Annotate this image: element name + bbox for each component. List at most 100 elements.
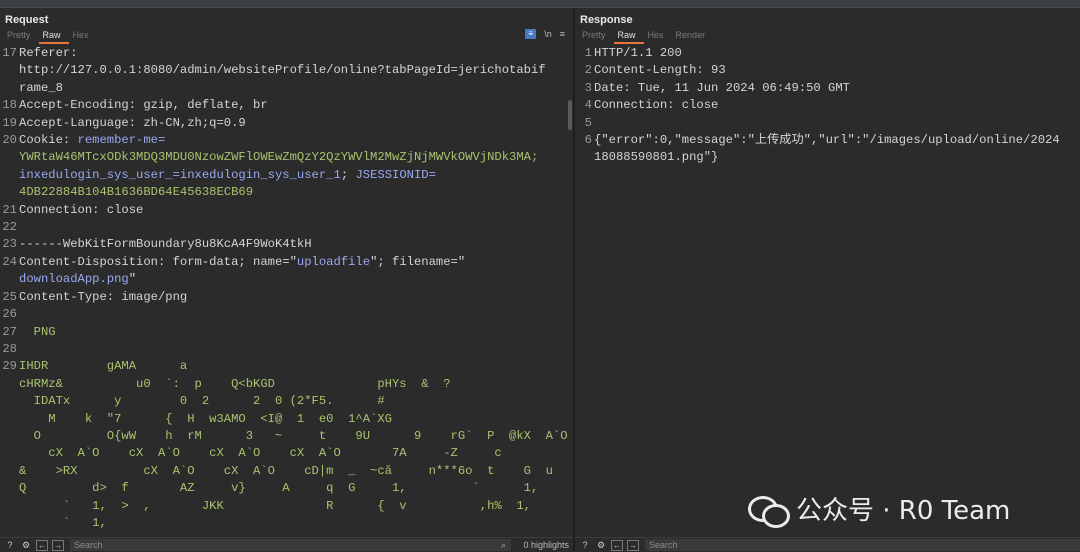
line-number bbox=[0, 498, 19, 515]
line-number: 18 bbox=[2, 98, 17, 113]
line-segment: JSESSIONID= bbox=[355, 167, 436, 182]
line-number bbox=[0, 428, 19, 445]
line-text: Connection: close bbox=[19, 202, 143, 219]
request-pane: Request Pretty Raw Hex ≡ \n ≡ 17 Referer:… bbox=[0, 8, 573, 537]
forward-arrow-icon[interactable]: → bbox=[52, 539, 64, 551]
back-arrow-icon[interactable]: ← bbox=[611, 539, 623, 551]
response-tab-hex[interactable]: Hex bbox=[644, 30, 672, 44]
line-number: 21 bbox=[2, 202, 17, 217]
response-search-bar: ? ⚙ ← → Search bbox=[575, 537, 1080, 552]
response-tab-pretty[interactable]: Pretty bbox=[578, 30, 614, 44]
response-title: Response bbox=[580, 14, 633, 26]
code-line: inxedulogin_sys_user_=inxedulogin_sys_us… bbox=[0, 167, 573, 184]
line-number bbox=[575, 149, 594, 166]
code-line: 2 Content-Length: 93 bbox=[575, 62, 1080, 79]
response-pane: Response Pretty Raw Hex Render 1 HTTP/1.1… bbox=[575, 8, 1080, 537]
line-text: Content-Type: image/png bbox=[19, 289, 187, 306]
line-number bbox=[0, 167, 19, 184]
line-text: & >RX cX A`O cX A`O cD|m _ ~cǎ n***6o t … bbox=[19, 463, 553, 480]
line-segment: {"error":0,"message":"上传成功","url":"/imag… bbox=[594, 133, 1060, 148]
settings-icon[interactable]: ⚙ bbox=[595, 540, 607, 551]
line-segment: ; bbox=[340, 167, 356, 182]
line-text: ` 1, bbox=[19, 515, 107, 532]
line-number: 28 bbox=[2, 341, 17, 356]
line-text: O O{wW h rM 3 ~ t 9U 9 rG` P @kX A`O bbox=[19, 428, 568, 445]
code-line: 19 Accept-Language: zh-CN,zh;q=0.9 bbox=[0, 115, 573, 132]
code-line: cX A`O cX A`O cX A`O cX A`O 7A -Z c bbox=[0, 445, 573, 462]
line-text: Accept-Language: zh-CN,zh;q=0.9 bbox=[19, 115, 246, 132]
line-segment: remember-me= bbox=[77, 133, 166, 148]
line-text: IDATx y 0 2 2 0 (2*F5. # bbox=[19, 393, 385, 410]
line-text: Cookie: remember-me= bbox=[19, 132, 165, 149]
code-line: 25 Content-Type: image/png bbox=[0, 289, 573, 306]
line-number bbox=[0, 393, 19, 410]
line-segment: IHDR gAMA a bbox=[19, 359, 188, 374]
help-icon[interactable]: ? bbox=[4, 540, 16, 551]
settings-icon[interactable]: ⚙ bbox=[20, 540, 32, 551]
request-tab-raw[interactable]: Raw bbox=[38, 30, 69, 44]
line-segment: Referer: bbox=[19, 46, 78, 60]
line-number bbox=[0, 411, 19, 428]
response-editor[interactable]: 1 HTTP/1.1 200 2 Content-Length: 93 3 Date: T… bbox=[575, 45, 1080, 537]
code-line: 18 Accept-Encoding: gzip, deflate, br bbox=[0, 97, 573, 114]
wrap-lines-icon[interactable]: ≡ bbox=[525, 29, 537, 39]
line-text: Content-Disposition: form-data; name="up… bbox=[19, 254, 465, 271]
line-number: 1 bbox=[584, 46, 592, 60]
code-line: 20 Cookie: remember-me= bbox=[0, 132, 573, 149]
code-line: ` 1, bbox=[0, 515, 573, 532]
line-number: 26 bbox=[2, 307, 17, 322]
line-text: 18088590801.png"} bbox=[594, 149, 718, 166]
line-number bbox=[0, 480, 19, 497]
response-search-input[interactable]: Search bbox=[645, 539, 1080, 551]
response-search-placeholder: Search bbox=[649, 540, 678, 550]
request-search-input[interactable]: Search ⌕ bbox=[70, 539, 511, 551]
code-line: rame_8 bbox=[0, 80, 573, 97]
line-segment: Content-Disposition: form-data; name=" bbox=[19, 254, 297, 269]
line-segment: Content-Type: image/png bbox=[19, 289, 188, 304]
line-text: Accept-Encoding: gzip, deflate, br bbox=[19, 97, 268, 114]
line-segment: O O{wW h rM 3 ~ t 9U 9 rG` P @kX A`O bbox=[19, 428, 568, 443]
line-segment: uploadfile bbox=[296, 254, 371, 269]
code-line: 27 PNG bbox=[0, 324, 573, 341]
request-scrollbar[interactable] bbox=[568, 100, 572, 130]
line-number bbox=[0, 271, 19, 288]
line-text: Content-Length: 93 bbox=[594, 62, 726, 79]
line-text: inxedulogin_sys_user_=inxedulogin_sys_us… bbox=[19, 167, 436, 184]
newline-toggle-button[interactable]: \n bbox=[544, 29, 552, 39]
line-text: downloadApp.png" bbox=[19, 271, 136, 288]
line-number bbox=[0, 463, 19, 480]
request-search-bar: ? ⚙ ← → Search ⌕ 0 highlights bbox=[0, 537, 573, 552]
request-editor[interactable]: 17 Referer: http://127.0.0.1:8080/admin/we… bbox=[0, 45, 573, 537]
code-line: 3 Date: Tue, 11 Jun 2024 06:49:50 GMT bbox=[575, 80, 1080, 97]
line-segment: Connection: close bbox=[19, 202, 144, 217]
search-icon: ⌕ bbox=[500, 540, 506, 550]
back-arrow-icon[interactable]: ← bbox=[36, 539, 48, 551]
forward-arrow-icon[interactable]: → bbox=[627, 539, 639, 551]
response-tab-raw[interactable]: Raw bbox=[613, 30, 644, 44]
response-tab-render[interactable]: Render bbox=[672, 30, 714, 44]
line-number bbox=[0, 80, 19, 97]
line-number bbox=[0, 515, 19, 532]
line-number: 27 bbox=[2, 324, 17, 339]
response-tabs: Pretty Raw Hex Render bbox=[578, 30, 713, 44]
request-tab-pretty[interactable]: Pretty bbox=[3, 30, 39, 44]
line-number: 25 bbox=[2, 289, 17, 304]
menu-icon[interactable]: ≡ bbox=[560, 29, 565, 39]
code-line: 28 bbox=[0, 341, 573, 358]
line-text: ` 1, > , JKK R { v ,h% 1, bbox=[19, 498, 531, 515]
line-segment: IDATx y 0 2 2 0 (2*F5. # bbox=[19, 394, 385, 409]
request-tab-hex[interactable]: Hex bbox=[69, 30, 97, 44]
code-line: 24 Content-Disposition: form-data; name="… bbox=[0, 254, 573, 271]
line-segment: & >RX cX A`O cX A`O cD|m _ ~cǎ n***6o t … bbox=[19, 463, 553, 478]
line-segment: Content-Length: 93 bbox=[594, 63, 726, 78]
line-number: 29 bbox=[2, 359, 17, 374]
code-line: 22 bbox=[0, 219, 573, 236]
line-text: M k "7 { H w3AMO <I@ 1 e0 1^A`XG bbox=[19, 411, 392, 428]
code-line: & >RX cX A`O cX A`O cD|m _ ~cǎ n***6o t … bbox=[0, 463, 573, 480]
line-segment: rame_8 bbox=[19, 80, 63, 95]
code-line: 23 ------WebKitFormBoundary8u8KcA4F9WoK4t… bbox=[0, 236, 573, 253]
line-text: Q d> f AZ v} A q G 1, ` 1, bbox=[19, 480, 538, 497]
help-icon[interactable]: ? bbox=[579, 540, 591, 551]
line-number: 23 bbox=[2, 237, 17, 252]
line-text: {"error":0,"message":"上传成功","url":"/imag… bbox=[594, 132, 1060, 149]
